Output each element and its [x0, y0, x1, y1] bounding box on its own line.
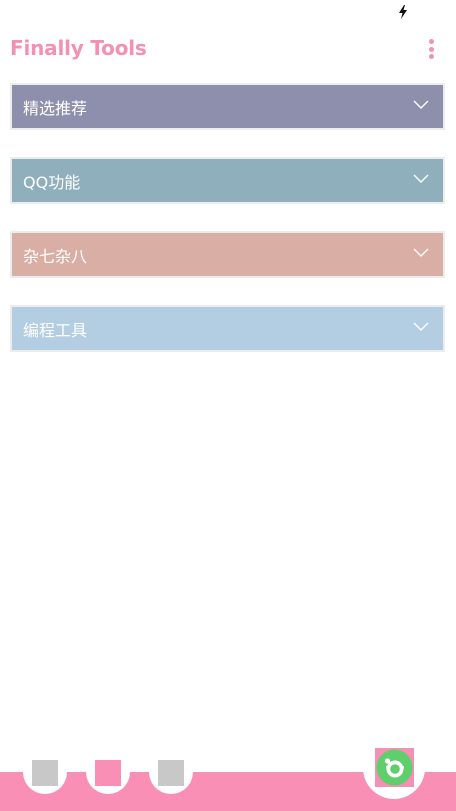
section-list: 精选推荐 QQ功能 杂七杂八 编程工具 — [10, 83, 445, 379]
square-icon — [32, 760, 58, 786]
section-label: 杂七杂八 — [23, 247, 88, 266]
chevron-down-icon — [413, 174, 429, 183]
square-icon — [158, 760, 184, 786]
section-miscellaneous[interactable]: 杂七杂八 — [10, 231, 445, 278]
more-options-button[interactable] — [420, 36, 444, 62]
app-header: Finally Tools — [0, 26, 456, 72]
status-bar — [0, 0, 456, 26]
section-programming-tools[interactable]: 编程工具 — [10, 305, 445, 352]
chevron-down-icon — [413, 322, 429, 331]
chevron-down-icon — [413, 248, 429, 257]
section-label: QQ功能 — [23, 173, 81, 192]
nav-tab-1[interactable] — [23, 752, 67, 794]
fab-holder — [363, 738, 425, 799]
section-label: 编程工具 — [23, 321, 88, 340]
section-featured[interactable]: 精选推荐 — [10, 83, 445, 130]
chevron-down-icon — [413, 100, 429, 109]
nav-tab-2[interactable] — [86, 752, 130, 794]
section-label: 精选推荐 — [23, 99, 88, 118]
fab-button[interactable] — [375, 748, 414, 787]
nav-tab-3[interactable] — [149, 752, 193, 794]
square-icon — [95, 760, 121, 786]
section-qq-features[interactable]: QQ功能 — [10, 157, 445, 204]
app-title: Finally Tools — [10, 36, 147, 60]
smiley-badge-icon — [376, 749, 413, 786]
lightning-bolt-icon — [399, 5, 407, 19]
